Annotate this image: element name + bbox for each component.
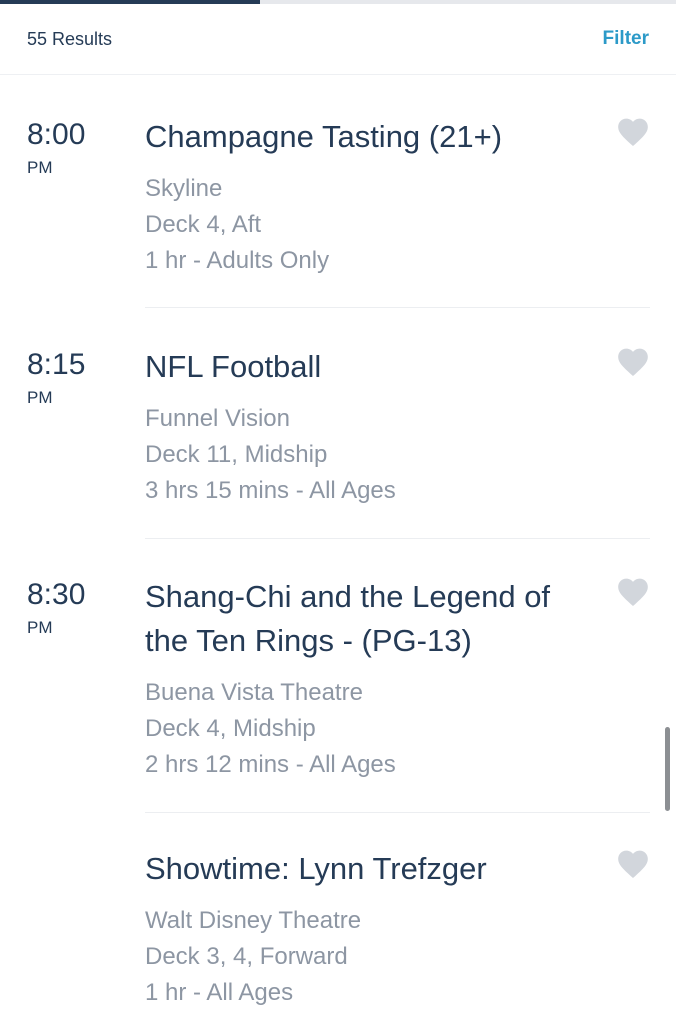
event-meta: Skyline Deck 4, Aft 1 hr - Adults Only [145, 171, 595, 279]
event-time-value: 8:00 [27, 118, 86, 151]
event-title[interactable]: Champagne Tasting (21+) [145, 115, 595, 159]
event-divider [145, 812, 650, 813]
event-title-line: the Ten Rings - (PG-13) [145, 623, 472, 658]
event-time-value: 8:15 [27, 348, 86, 381]
event-location: Deck 3, 4, Forward [145, 943, 348, 970]
event-divider [145, 538, 650, 539]
event-details: Showtime: Lynn Trefzger Walt Disney Thea… [145, 847, 595, 1011]
event-title[interactable]: Shang-Chi and the Legend of the Ten Ring… [145, 575, 595, 663]
event-time-period: PM [27, 388, 53, 407]
event-meta: Funnel Vision Deck 11, Midship 3 hrs 15 … [145, 401, 595, 509]
event-time-value: 8:30 [27, 578, 86, 611]
event-title-line: Showtime: Lynn Trefzger [145, 851, 487, 886]
event-time: 8:00 PM [27, 115, 85, 179]
event-duration: 1 hr - All Ages [145, 979, 294, 1006]
event-title-line: Champagne Tasting (21+) [145, 119, 503, 154]
event-location: Deck 4, Aft [145, 211, 262, 238]
activity-list-screen: 55 Results Filter 8:00 PM Champagne Tast… [0, 0, 676, 1024]
event-title[interactable]: Showtime: Lynn Trefzger [145, 847, 595, 891]
filter-button[interactable]: Filter [603, 28, 649, 50]
event-venue: Funnel Vision [145, 405, 290, 432]
vertical-scrollbar[interactable] [665, 727, 670, 811]
event-time-period: PM [27, 618, 53, 637]
event-title-line: Shang-Chi and the Legend of [145, 579, 551, 614]
event-location: Deck 4, Midship [145, 715, 316, 742]
event-meta: Walt Disney Theatre Deck 3, 4, Forward 1… [145, 903, 595, 1011]
event-time: 8:15 PM [27, 345, 85, 409]
event-title[interactable]: NFL Football [145, 345, 595, 389]
heart-icon[interactable] [615, 847, 651, 879]
event-time-period: PM [27, 158, 53, 177]
event-details: Shang-Chi and the Legend of the Ten Ring… [145, 575, 595, 783]
event-location: Deck 11, Midship [145, 441, 328, 468]
event-venue: Walt Disney Theatre [145, 907, 362, 934]
event-details: Champagne Tasting (21+) Skyline Deck 4, … [145, 115, 595, 279]
results-header: 55 Results Filter [0, 4, 676, 75]
event-divider [145, 307, 650, 308]
event-meta: Buena Vista Theatre Deck 4, Midship 2 hr… [145, 675, 595, 783]
heart-icon[interactable] [615, 345, 651, 377]
heart-icon[interactable] [615, 575, 651, 607]
event-time: 8:30 PM [27, 575, 85, 639]
event-venue: Skyline [145, 175, 223, 202]
event-details: NFL Football Funnel Vision Deck 11, Mids… [145, 345, 595, 509]
event-duration: 1 hr - Adults Only [145, 247, 330, 274]
event-duration: 2 hrs 12 mins - All Ages [145, 751, 396, 778]
event-duration: 3 hrs 15 mins - All Ages [145, 477, 396, 504]
event-title-line: NFL Football [145, 349, 322, 384]
heart-icon[interactable] [615, 115, 651, 147]
results-count: 55 Results [27, 29, 113, 49]
event-venue: Buena Vista Theatre [145, 679, 363, 706]
